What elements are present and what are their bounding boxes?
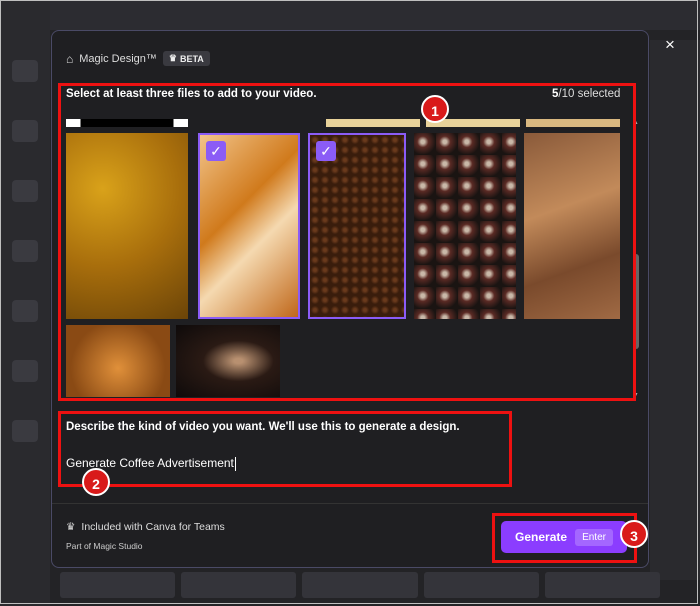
crown-icon: ♛: [168, 53, 177, 63]
annotation-box-prompt: [58, 411, 512, 487]
background-sidebar: [0, 0, 50, 606]
close-button[interactable]: ×: [658, 35, 682, 55]
annotation-box-files: [58, 83, 636, 401]
background-icon: [12, 180, 38, 202]
beta-label: BETA: [179, 53, 204, 64]
footer-divider: [52, 503, 648, 504]
beta-badge: ♛ BETA: [162, 51, 210, 66]
background-timeline: [60, 572, 661, 598]
crown-icon: ♛: [66, 521, 76, 533]
annotation-badge-3: 3: [620, 520, 648, 548]
magic-design-icon: ⌂: [66, 51, 74, 66]
included-note: ♛ Included with Canva for Teams: [66, 521, 225, 533]
annotation-badge-1: 1: [421, 95, 449, 123]
background-icon: [12, 360, 38, 382]
dialog-title: Magic Design™: [79, 52, 157, 65]
background-icon: [12, 300, 38, 322]
annotation-box-generate: [492, 513, 637, 563]
annotation-badge-2: 2: [82, 468, 110, 496]
background-panel: [650, 40, 700, 580]
background-icon: [12, 240, 38, 262]
background-icon: [12, 420, 38, 442]
background-toolbar: [0, 0, 700, 30]
included-label: Included with Canva for Teams: [81, 521, 225, 533]
dialog-header: ⌂ Magic Design™ ♛ BETA: [66, 51, 210, 66]
background-icon: [12, 60, 38, 82]
magic-design-dialog: ⌂ Magic Design™ ♛ BETA Select at least t…: [51, 30, 649, 568]
magic-studio-note: Part of Magic Studio: [66, 541, 143, 551]
background-icon: [12, 120, 38, 142]
